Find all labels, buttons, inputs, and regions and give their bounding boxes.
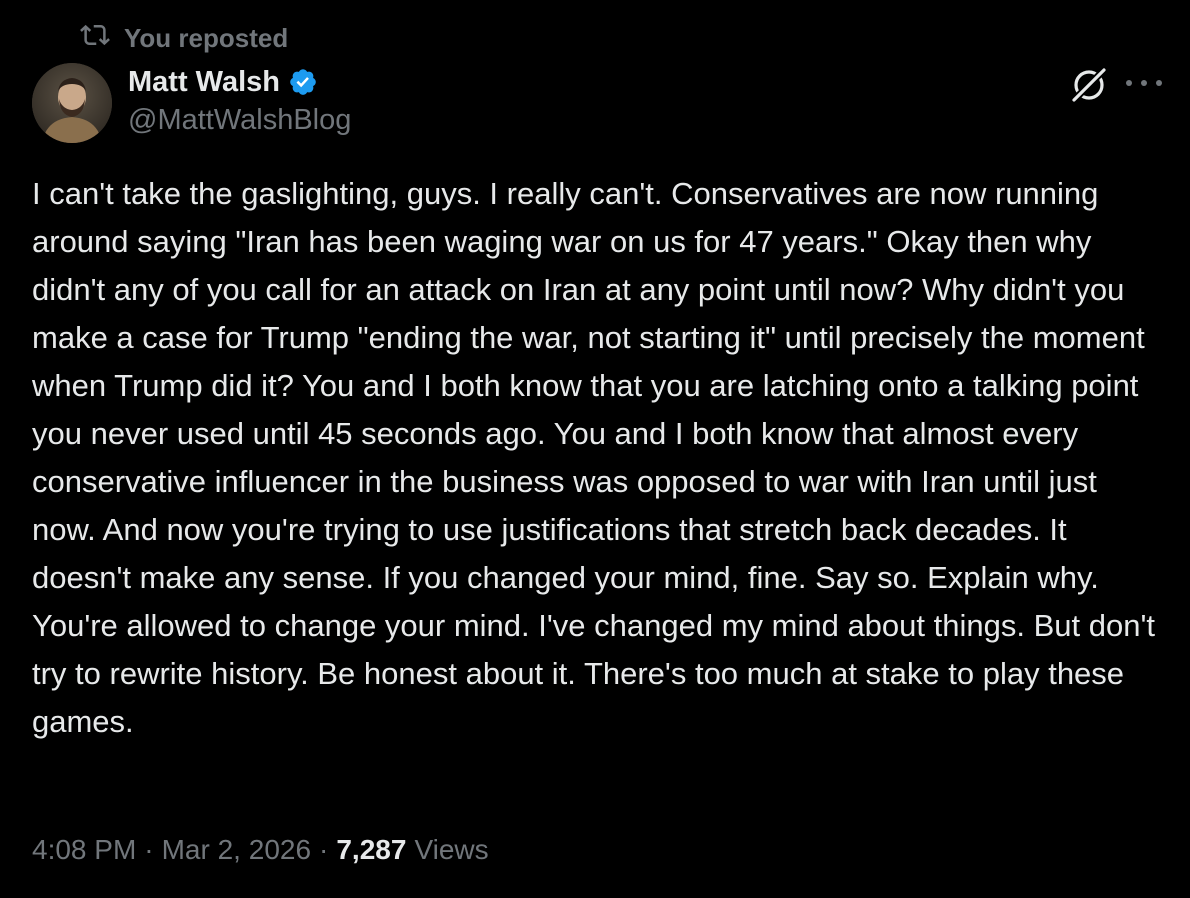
- tweet-metadata: 4:08 PM · Mar 2, 2026 · 7,287 Views: [32, 830, 489, 870]
- views-label: Views: [414, 834, 489, 865]
- author-handle[interactable]: @MattWalshBlog: [128, 104, 351, 137]
- tweet-time[interactable]: 4:08 PM: [32, 834, 136, 866]
- repost-label: You reposted: [124, 22, 289, 53]
- more-horizontal-icon[interactable]: [1126, 68, 1162, 98]
- author-block[interactable]: Matt Walsh @MattWalshBlog: [128, 62, 351, 137]
- grok-icon[interactable]: [1068, 64, 1110, 106]
- repost-indicator[interactable]: You reposted: [80, 22, 288, 54]
- verified-badge-icon[interactable]: [288, 67, 318, 97]
- views-count: 7,287: [336, 834, 407, 865]
- dot: [1141, 80, 1147, 86]
- tweet-date[interactable]: Mar 2, 2026: [162, 834, 311, 866]
- meta-separator: ·: [319, 834, 329, 865]
- tweet-text: I can't take the gaslighting, guys. I re…: [32, 176, 1155, 739]
- dot: [1156, 80, 1162, 86]
- avatar[interactable]: [32, 63, 112, 143]
- meta-separator: ·: [144, 834, 154, 865]
- repost-icon: [80, 20, 110, 57]
- author-display-name[interactable]: Matt Walsh: [128, 66, 280, 99]
- dot: [1126, 80, 1132, 86]
